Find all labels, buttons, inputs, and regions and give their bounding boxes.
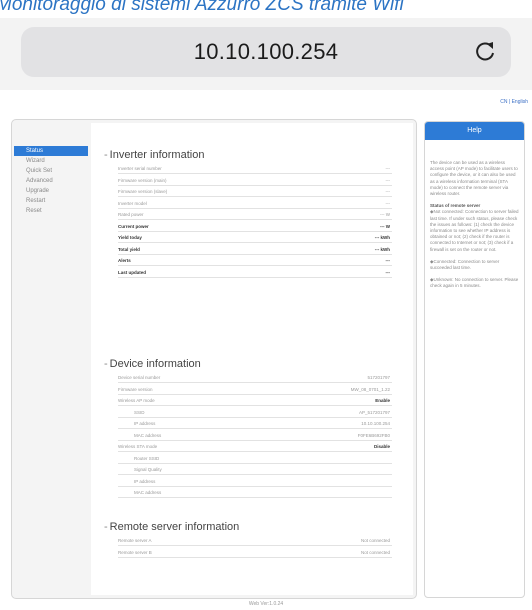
inverter-row: Rated power --- W [118,209,392,220]
row-label: Remote server B [118,549,152,555]
row-value: --- [385,177,391,183]
inverter-row: Total yield --- kWh [118,244,392,255]
caption-text: Monitoraggio di sistemi Azzurro ZCS tram… [0,0,404,15]
row-value: Disable [373,444,390,449]
device-row: Router SSID [118,453,392,464]
device-row: Signal Quality [118,464,392,475]
row-label: Current power [118,223,149,229]
device-row: MAC address F0FE6B692FB0 [118,430,392,441]
row-value: F0FE6B692FB0 [357,432,390,438]
inverter-row: Alerts --- [118,255,392,266]
remote-title-text: Remote server information [109,521,240,533]
row-label: Wireless AP mode [118,398,155,403]
address-bar[interactable]: 10.10.100.254 [21,27,511,77]
row-label: Inverter model [118,200,147,206]
inverter-row: Yield today --- kWh [118,232,392,243]
device-section-title: - Device information [104,358,201,370]
device-row: IP address [118,476,392,487]
nav-item-upgrade[interactable]: Upgrade [12,186,88,196]
device-row: Firmware version MW_08_0701_1.22 [118,384,392,395]
section-dash: - [104,358,108,370]
device-row: SSID AP_517201797 [118,407,392,418]
row-label: Rated power [118,212,144,217]
row-value: --- W [380,212,390,217]
device-title-text: Device information [109,358,201,370]
nav-item-status[interactable]: Status [14,146,88,156]
row-value: MW_08_0701_1.22 [350,386,390,392]
row-label: Device serial number [118,375,161,380]
row-label: Firmware version [118,386,153,392]
row-value: --- [385,166,391,171]
remote-row: Remote server A Not connected [118,535,392,546]
row-label: IP address [134,478,156,484]
row-value: 517201797 [367,375,390,380]
row-label: Firmware version (slave) [118,189,168,194]
row-label: MAC address [134,490,162,495]
row-value: Not connected [360,549,390,555]
inverter-row: Last updated --- [118,267,392,278]
device-row: Wireless STA mode Disable [118,441,392,452]
row-value: --- [385,200,391,206]
device-row: IP address 10.10.100.254 [118,418,392,429]
caption-banner: Monitoraggio di sistemi Azzurro ZCS tram… [0,0,532,20]
inverter-title-text: Inverter information [109,149,205,161]
reload-icon[interactable] [473,38,497,64]
inverter-row: Inverter model --- [118,198,392,209]
browser-toolbar: 10.10.100.254 [0,18,532,90]
section-dash: - [104,149,108,161]
row-label: Remote server A [118,538,152,543]
row-value: Enable [375,398,390,403]
section-dash: - [104,521,108,533]
row-label: Wireless STA mode [118,444,158,449]
help-paragraph: ◆Not connected: Connection to server fai… [430,209,519,252]
row-label: Last updated [118,269,147,275]
row-label: IP address [134,421,156,426]
row-label: Signal Quality [134,467,162,472]
row-label: MAC address [134,432,162,438]
help-title: Help [425,122,524,140]
row-value: --- [385,258,391,263]
inverter-section-title: - Inverter information [104,149,204,161]
device-row: MAC address [118,487,392,498]
row-value: Not connected [360,538,390,543]
inverter-row: Current power --- W [118,221,392,232]
web-version: Web Ver:1.0.24 [248,601,284,607]
row-value: 10.10.100.254 [361,421,390,426]
row-value: --- kWh [374,246,390,252]
row-label: Firmware version (main) [118,177,167,183]
nav-item-restart[interactable]: Restart [12,196,88,206]
status-content: - Inverter information Inverter serial num… [91,123,413,595]
row-label: Inverter serial number [118,166,162,171]
row-label: SSID [134,409,145,415]
row-label: Router SSID [134,455,160,461]
row-label: Alerts [118,258,131,263]
row-value: --- [385,189,391,194]
remote-section-title: - Remote server information [104,521,239,533]
device-row: Wireless AP mode Enable [118,395,392,406]
row-value: AP_517201797 [358,409,390,415]
row-label: Yield today [118,235,142,240]
help-paragraph: The device can be used as a wireless acc… [430,160,518,197]
row-value: --- [385,269,391,275]
inverter-row: Firmware version (slave) --- [118,186,392,197]
nav-item-advanced[interactable]: Advanced [12,176,88,186]
row-value: --- kWh [374,235,390,240]
help-panel: Help The device can be used as a wireles… [424,121,525,598]
inverter-row: Inverter serial number --- [118,163,392,174]
url-text[interactable]: 10.10.100.254 [21,39,511,65]
nav-item-wizard[interactable]: Wizard [12,156,88,166]
main-panel: Status Wizard Quick Set Advanced Upgrade Rest… [11,119,417,599]
nav-item-quick-set[interactable]: Quick Set [12,166,88,176]
inverter-row: Firmware version (main) --- [118,175,392,186]
device-row: Device serial number 517201797 [118,372,392,383]
sidebar-nav: Status Wizard Quick Set Advanced Upgrade Rest… [12,146,88,216]
help-paragraph: ◆Connected: Connection to server succeed… [430,258,500,271]
help-paragraph: ◆Unknown: No connection to server. Pleas… [430,277,519,289]
nav-item-reset[interactable]: Reset [12,206,88,216]
row-value: --- W [380,223,390,229]
remote-row: Remote server B Not connected [118,547,392,558]
help-body: The device can be used as a wireless acc… [425,140,524,290]
language-links[interactable]: CN | English [500,99,528,105]
row-label: Total yield [118,246,140,252]
